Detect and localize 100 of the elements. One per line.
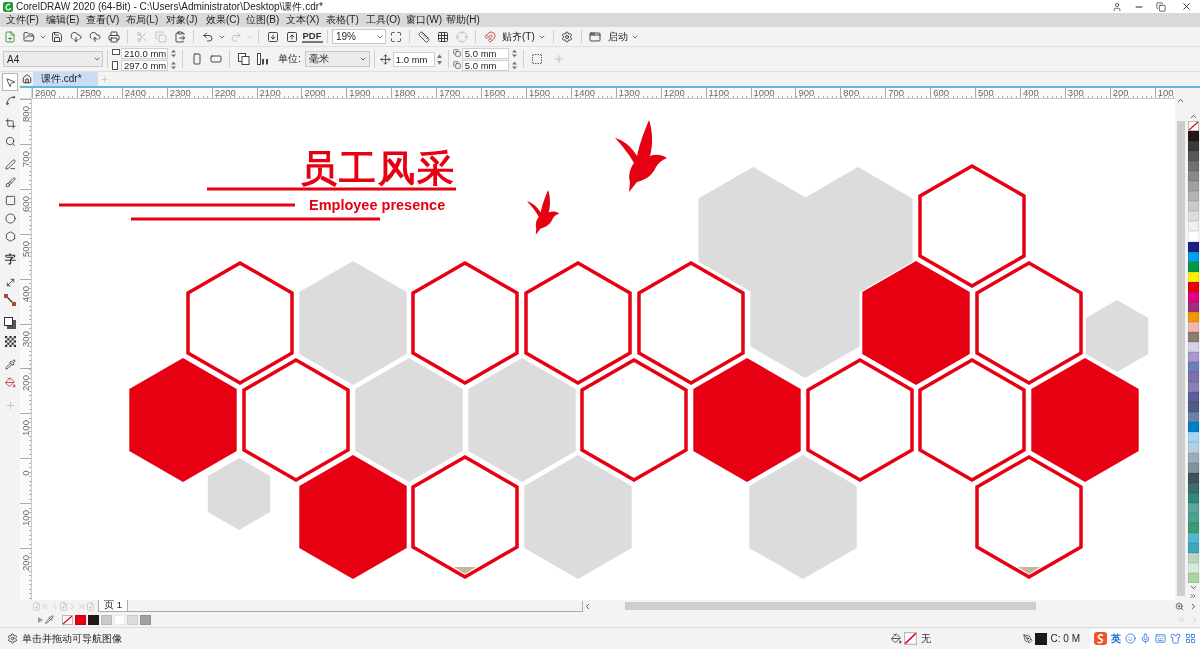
color-swatch[interactable] [1187, 432, 1199, 443]
spin-arrows-icon[interactable] [434, 51, 444, 67]
page-width-field[interactable]: 210.0 mm [121, 47, 168, 59]
color-swatch[interactable] [101, 614, 112, 625]
ruler-icon[interactable] [417, 30, 430, 43]
page-height-field[interactable]: 297.0 mm [121, 59, 168, 71]
color-swatch[interactable] [1187, 201, 1199, 212]
color-swatch[interactable] [1187, 241, 1199, 252]
caret-icon[interactable] [92, 55, 101, 63]
menu-item[interactable]: 编辑(E) [46, 14, 86, 26]
color-swatch[interactable] [1187, 311, 1199, 322]
menu-item[interactable]: 布局(L) [126, 14, 166, 26]
color-swatch[interactable] [1187, 331, 1199, 342]
zoom-in-icon[interactable] [1174, 601, 1184, 611]
undo-icon[interactable] [201, 30, 214, 43]
keyboard-icon[interactable] [1155, 633, 1166, 644]
save-icon[interactable] [50, 30, 63, 43]
export-icon[interactable] [285, 30, 298, 43]
spin-arrows-icon[interactable] [169, 59, 178, 71]
triangle-icon[interactable] [38, 616, 43, 623]
menu-item[interactable]: 文件(F) [6, 14, 46, 26]
color-swatch[interactable] [1187, 261, 1199, 272]
zoom-level-dropdown[interactable]: 19% [332, 29, 386, 44]
snap-dropdown[interactable]: 贴齐(T) [499, 28, 549, 45]
color-swatch[interactable] [1187, 221, 1199, 232]
caret-icon[interactable] [359, 55, 368, 63]
color-swatch[interactable] [1187, 452, 1199, 463]
color-swatch[interactable] [1187, 181, 1199, 192]
color-swatch[interactable] [1187, 362, 1199, 373]
color-swatch[interactable] [1187, 281, 1199, 292]
no-color-icon[interactable] [903, 632, 917, 645]
color-swatch[interactable] [1187, 342, 1199, 353]
color-swatch[interactable] [1187, 482, 1199, 493]
frame-corners-icon[interactable] [389, 30, 402, 43]
units-dropdown[interactable]: 毫米 [304, 51, 370, 67]
color-swatch[interactable] [1187, 422, 1199, 433]
color-swatch[interactable] [1187, 231, 1199, 242]
shirt-icon[interactable] [1170, 633, 1181, 644]
menu-item[interactable]: 窗口(W) [406, 14, 446, 26]
duplicate-x-field[interactable]: 5.0 mm [461, 47, 509, 59]
color-swatch[interactable] [1187, 462, 1199, 473]
color-swatch[interactable] [1187, 161, 1199, 172]
restore-icon[interactable] [1156, 1, 1166, 12]
color-swatch[interactable] [75, 614, 86, 625]
cloud-upload-icon[interactable] [88, 30, 101, 43]
microphone-icon[interactable] [1140, 633, 1151, 644]
color-swatch[interactable] [1187, 522, 1199, 533]
window-icon[interactable] [589, 30, 602, 43]
color-swatch[interactable] [1187, 251, 1199, 262]
menu-item[interactable]: 表格(T) [326, 14, 366, 26]
no-color-icon[interactable] [62, 614, 73, 625]
color-swatch[interactable] [1187, 512, 1199, 523]
landscape-page-icon[interactable] [209, 53, 222, 65]
color-swatch[interactable] [1187, 372, 1199, 383]
color-swatch[interactable] [1187, 191, 1199, 202]
settings-icon[interactable] [561, 30, 574, 43]
account-icon[interactable] [1112, 1, 1122, 12]
eyedropper-icon[interactable] [45, 615, 54, 624]
close-icon[interactable] [1180, 1, 1192, 12]
color-swatch[interactable] [1187, 352, 1199, 363]
no-color-icon[interactable] [1187, 121, 1199, 131]
palette-up-icon[interactable] [1188, 112, 1198, 121]
folder-icon[interactable] [22, 30, 35, 43]
scrollbar-thumb[interactable] [624, 602, 1036, 610]
menu-item[interactable]: 工具(O) [366, 14, 406, 26]
scrollbar-thumb[interactable] [1176, 121, 1185, 596]
launch-dropdown[interactable]: 启动 [604, 28, 642, 45]
color-swatch[interactable] [1187, 442, 1199, 453]
scroll-up-icon[interactable] [1176, 96, 1185, 105]
color-swatch[interactable] [1187, 492, 1199, 503]
page-tab[interactable]: 页 1 [98, 600, 128, 612]
clipboard-icon[interactable] [173, 30, 186, 43]
palette-down-icon[interactable] [1188, 583, 1198, 592]
new-file-icon[interactable] [3, 30, 16, 43]
palette-expand-icon[interactable] [1189, 592, 1197, 600]
stacked-pages-icon[interactable] [237, 53, 250, 65]
duplicate-offset-icon[interactable] [452, 61, 461, 69]
color-swatch[interactable] [1187, 472, 1199, 483]
menu-item[interactable]: 文本(X) [286, 14, 326, 26]
menu-item[interactable]: 位图(B) [246, 14, 286, 26]
color-swatch[interactable] [140, 614, 151, 625]
pdf-export-button[interactable]: PDF [301, 30, 323, 43]
page-size-dropdown[interactable]: A4 [3, 51, 103, 67]
color-swatch[interactable] [1187, 151, 1199, 162]
color-swatch[interactable] [1187, 392, 1199, 403]
color-swatch[interactable] [1187, 271, 1199, 282]
grid-icon[interactable] [436, 30, 449, 43]
menu-item[interactable]: 对象(J) [166, 14, 206, 26]
menu-item[interactable]: 效果(C) [206, 14, 246, 26]
document-tab[interactable]: 课件.cdr* [33, 72, 98, 86]
nudge-distance-field[interactable]: 1.0 mm [392, 51, 435, 67]
cloud-download-icon[interactable] [69, 30, 82, 43]
color-swatch[interactable] [1187, 552, 1199, 563]
text-tool-button[interactable]: 字 [2, 250, 18, 268]
nudge-arrows-icon[interactable] [380, 53, 392, 65]
portrait-page-icon[interactable] [190, 53, 203, 65]
input-mode[interactable]: 英 [1111, 631, 1121, 646]
color-swatch[interactable] [1187, 211, 1199, 222]
color-swatch[interactable] [1187, 171, 1199, 182]
color-swatch[interactable] [1187, 141, 1199, 152]
